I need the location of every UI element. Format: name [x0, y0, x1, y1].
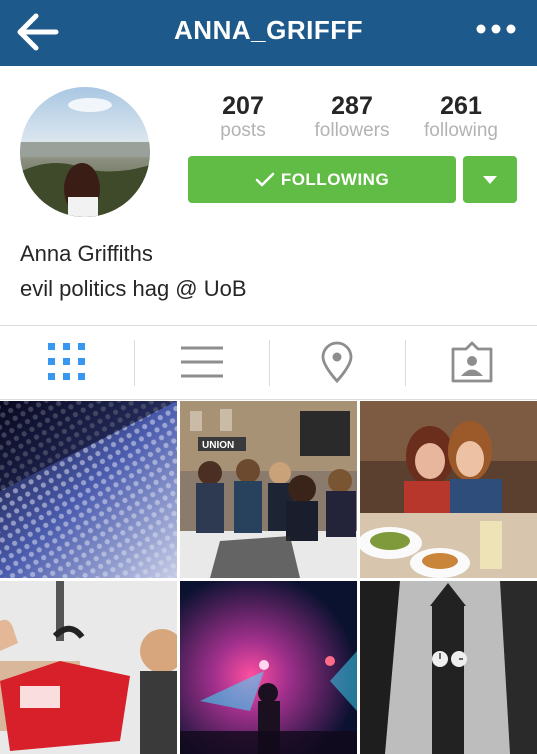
tab-list-view[interactable]	[135, 327, 269, 397]
following-button-label: FOLLOWING	[280, 169, 390, 189]
photo-hospital-selfie[interactable]	[0, 581, 177, 754]
more-dots-icon	[476, 24, 516, 34]
followers-stat[interactable]: 287 followers	[297, 92, 407, 142]
photo-dotted-wall[interactable]	[0, 401, 177, 578]
photo-clock-tower[interactable]	[360, 581, 537, 754]
profile-name: Anna Griffiths	[20, 241, 153, 266]
divider	[0, 325, 537, 326]
top-bar: ANNA_GRIFFF	[0, 0, 537, 66]
following-label: following	[424, 120, 498, 141]
tab-places[interactable]	[270, 327, 404, 397]
posts-count: 207	[222, 92, 264, 120]
posts-stat[interactable]: 207 posts	[188, 92, 298, 142]
following-button[interactable]: FOLLOWING	[188, 156, 456, 203]
divider	[0, 399, 537, 400]
followers-count: 287	[331, 92, 373, 120]
tagged-person-icon	[451, 341, 492, 383]
photo-group-outside-union[interactable]: UNION	[180, 401, 357, 578]
following-stat[interactable]: 261 following	[406, 92, 516, 142]
location-pin-icon	[321, 341, 353, 383]
followers-label: followers	[314, 120, 390, 141]
grid-icon	[48, 343, 85, 380]
photo-concert-lights[interactable]	[180, 581, 357, 754]
photo-grid: UNION	[0, 401, 537, 754]
avatar[interactable]	[20, 87, 150, 217]
posts-label: posts	[220, 120, 266, 141]
suggestions-dropdown-button[interactable]	[463, 156, 517, 203]
photo-two-girls-dinner[interactable]	[360, 401, 537, 578]
page-title: ANNA_GRIFFF	[174, 15, 363, 45]
caret-down-icon	[483, 175, 497, 184]
more-options-button[interactable]	[473, 16, 519, 46]
tab-grid-view[interactable]	[0, 327, 134, 397]
profile-bio: evil politics hag @ UoB	[20, 276, 247, 301]
following-count: 261	[440, 92, 482, 120]
union-sign-text: UNION	[202, 440, 234, 451]
checkmark-icon	[255, 172, 275, 186]
tab-tagged[interactable]	[406, 327, 537, 397]
list-icon	[181, 346, 223, 378]
